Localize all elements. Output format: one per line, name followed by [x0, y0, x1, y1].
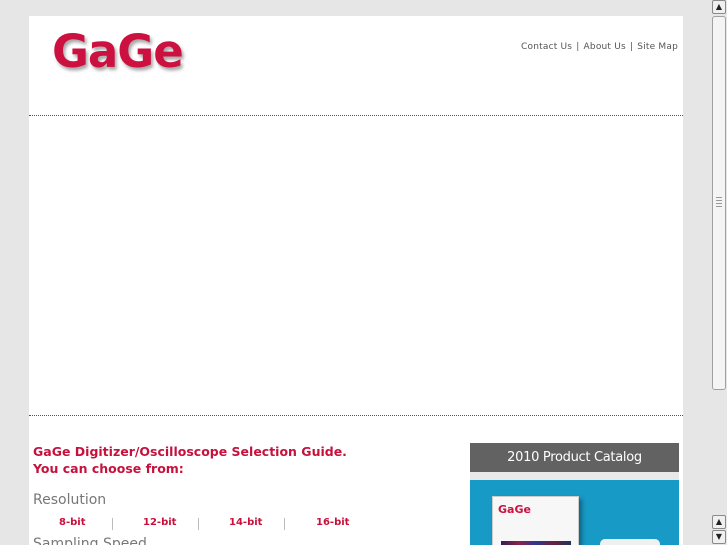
catalog-band — [470, 472, 679, 480]
top-links: Contact Us | About Us | Site Map — [521, 42, 678, 52]
resolution-8bit-link[interactable]: 8-bit — [59, 517, 85, 528]
link-separator: | — [576, 42, 580, 52]
guide-title-line1: GaGe Digitizer/Oscilloscope Selection Gu… — [33, 444, 347, 459]
resolution-options: 8-bit 12-bit 14-bit 16-bit — [33, 516, 433, 532]
about-us-link[interactable]: About Us — [584, 42, 626, 52]
catalog-body: GaGe — [470, 480, 679, 545]
gage-logo[interactable]: GaGe — [52, 28, 184, 76]
option-divider — [198, 518, 199, 530]
scrollbar-thumb[interactable] — [712, 16, 726, 390]
page-container: GaGe Contact Us | About Us | Site Map Ga… — [29, 16, 683, 545]
arrow-down-icon[interactable]: ▼ — [712, 530, 726, 544]
site-map-link[interactable]: Site Map — [637, 42, 678, 52]
grip-icon — [716, 197, 722, 209]
divider-top — [29, 115, 683, 116]
option-divider — [284, 518, 285, 530]
resolution-14bit-link[interactable]: 14-bit — [229, 517, 262, 528]
resolution-16bit-link[interactable]: 16-bit — [316, 517, 349, 528]
guide-title-line2: You can choose from: — [33, 461, 184, 476]
sampling-speed-heading: Sampling Speed — [33, 536, 147, 545]
catalog-cover-image: GaGe — [492, 496, 579, 545]
resolution-12bit-link[interactable]: 12-bit — [143, 517, 176, 528]
option-divider — [112, 518, 113, 530]
selection-guide-title: GaGe Digitizer/Oscilloscope Selection Gu… — [33, 443, 347, 477]
catalog-download-button[interactable] — [600, 539, 660, 545]
link-separator: | — [629, 42, 634, 52]
contact-us-link[interactable]: Contact Us — [521, 42, 572, 52]
vertical-scrollbar[interactable]: ▲ ▲ ▼ — [711, 0, 727, 545]
catalog-cover-strip — [501, 541, 571, 545]
arrow-up-icon[interactable]: ▲ — [712, 515, 726, 529]
resolution-heading: Resolution — [33, 492, 107, 508]
product-catalog-banner[interactable]: 2010 Product Catalog GaGe — [470, 443, 679, 545]
divider-bottom — [29, 415, 683, 416]
arrow-up-icon[interactable]: ▲ — [712, 0, 726, 14]
catalog-cover-logo: GaGe — [498, 503, 531, 516]
catalog-title: 2010 Product Catalog — [470, 443, 679, 472]
